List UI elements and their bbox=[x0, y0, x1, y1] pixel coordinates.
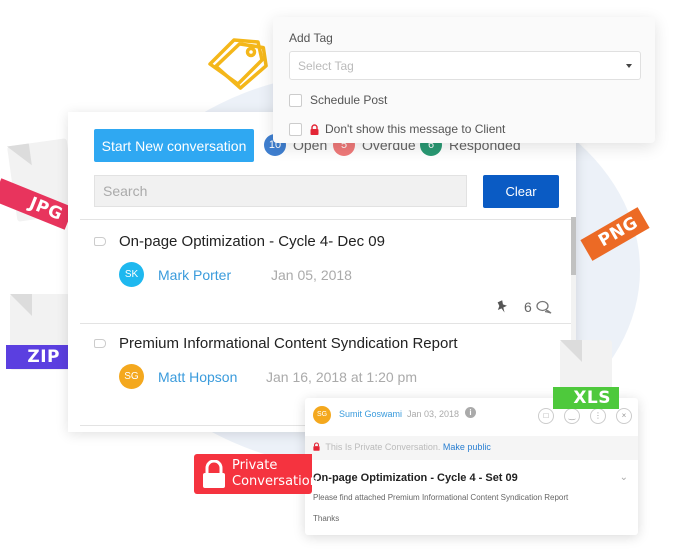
message-body: Please find attached Premium Information… bbox=[313, 493, 569, 502]
scrollbar-thumb[interactable] bbox=[571, 217, 576, 275]
info-icon[interactable]: i bbox=[465, 407, 476, 418]
conversation-panel: Start New conversation 10 Open 5 Overdue… bbox=[68, 112, 576, 432]
author-name[interactable]: Matt Hopson bbox=[158, 369, 237, 385]
hide-from-client-label: Don't show this message to Client bbox=[325, 122, 506, 136]
pin-icon[interactable] bbox=[496, 300, 508, 314]
message-date: Jan 03, 2018 bbox=[407, 409, 460, 419]
author-name[interactable]: Mark Porter bbox=[158, 267, 231, 283]
schedule-post-checkbox[interactable] bbox=[289, 93, 302, 107]
clear-button[interactable]: Clear bbox=[483, 175, 559, 208]
zip-file-label: ZIP bbox=[6, 345, 68, 369]
private-conversation-badge: Private Conversation bbox=[194, 454, 318, 494]
private-notice-bar: This Is Private Conversation. Make publi… bbox=[305, 436, 638, 460]
schedule-post-label: Schedule Post bbox=[310, 93, 388, 107]
avatar: SG bbox=[119, 364, 144, 389]
avatar: SG bbox=[313, 406, 331, 424]
private-badge-line2: Conversation bbox=[232, 474, 318, 489]
author-name[interactable]: Sumit Goswami bbox=[339, 409, 402, 419]
conversation-title[interactable]: On-page Optimization - Cycle 4- Dec 09 bbox=[119, 233, 385, 250]
conversation-row[interactable]: On-page Optimization - Cycle 4- Dec 09 S… bbox=[80, 220, 574, 323]
lock-icon bbox=[203, 460, 225, 488]
xls-file-label: XLS bbox=[553, 387, 619, 409]
search-input[interactable] bbox=[94, 175, 467, 207]
emoji-icon[interactable]: ‿ bbox=[564, 408, 580, 424]
conversation-detail-card: SG Sumit Goswami Jan 03, 2018 i □ ‿ ⋮ × … bbox=[305, 398, 638, 535]
conversation-title[interactable]: Premium Informational Content Syndicatio… bbox=[119, 335, 458, 352]
copy-icon[interactable]: □ bbox=[538, 408, 554, 424]
schedule-post-option[interactable]: Schedule Post bbox=[289, 93, 387, 107]
private-badge-line1: Private bbox=[232, 458, 278, 473]
conversation-date: Jan 05, 2018 bbox=[271, 267, 352, 283]
lock-icon bbox=[310, 123, 319, 135]
message-signoff: Thanks bbox=[313, 514, 340, 523]
conversation-date: Jan 16, 2018 at 1:20 pm bbox=[266, 369, 417, 385]
make-public-link[interactable]: Make public bbox=[443, 442, 491, 452]
caret-down-icon bbox=[626, 64, 632, 68]
add-tag-popup: Add Tag Select Tag Schedule Post Don't s… bbox=[273, 17, 655, 143]
add-tag-label: Add Tag bbox=[289, 31, 333, 45]
hide-from-client-option[interactable]: Don't show this message to Client bbox=[289, 122, 505, 136]
comment-count: 6 bbox=[524, 299, 532, 315]
chevron-down-icon[interactable]: ⌄ bbox=[620, 472, 628, 483]
row-select-checkbox[interactable] bbox=[94, 237, 106, 246]
start-new-conversation-button[interactable]: Start New conversation bbox=[94, 129, 254, 162]
hide-from-client-checkbox[interactable] bbox=[289, 122, 302, 136]
avatar: SK bbox=[119, 262, 144, 287]
comments-icon[interactable] bbox=[536, 300, 552, 314]
message-title: On-page Optimization - Cycle 4 - Set 09 bbox=[313, 472, 518, 484]
row-select-checkbox[interactable] bbox=[94, 339, 106, 348]
lock-icon bbox=[313, 442, 320, 451]
private-notice-text: This Is Private Conversation. bbox=[325, 442, 441, 452]
select-tag-placeholder: Select Tag bbox=[298, 59, 354, 73]
more-icon[interactable]: ⋮ bbox=[590, 408, 606, 424]
select-tag-dropdown[interactable]: Select Tag bbox=[289, 51, 641, 80]
price-tag-icon bbox=[208, 38, 268, 90]
close-icon[interactable]: × bbox=[616, 408, 632, 424]
